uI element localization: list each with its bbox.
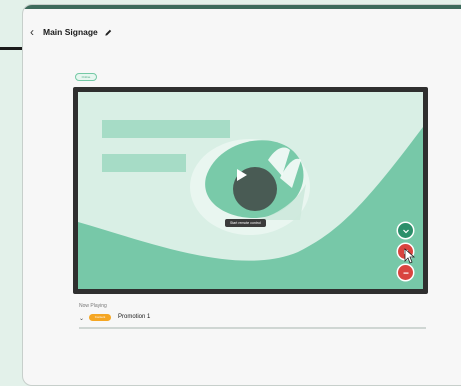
mouse-cursor-icon — [404, 248, 416, 264]
back-icon[interactable]: ‹ — [27, 25, 37, 39]
decorative-line — [0, 47, 24, 50]
page-title: Main Signage — [43, 27, 98, 37]
remote-control-tooltip: Start remote control — [225, 219, 266, 227]
play-icon — [237, 169, 247, 181]
remote-button[interactable] — [398, 265, 413, 280]
app-window: ‹ Main Signage Online Start remote contr… — [22, 4, 461, 386]
remote-icon — [403, 272, 408, 274]
play-button[interactable] — [233, 167, 277, 211]
display-screen: Start remote control — [73, 87, 428, 294]
header-bar: ‹ Main Signage — [23, 9, 461, 55]
chevron-down-icon — [402, 229, 409, 233]
status-badge: Online — [75, 73, 97, 81]
screen-content: Start remote control — [78, 92, 423, 289]
now-playing-label: Now Playing — [79, 303, 107, 309]
content-type-badge: Content — [89, 314, 111, 321]
playback-progress — [79, 327, 426, 329]
confirm-button[interactable] — [398, 223, 413, 238]
now-playing-title: Promotion 1 — [118, 314, 151, 320]
pencil-icon[interactable] — [104, 28, 113, 37]
expand-chevron-icon[interactable]: ⌄ — [79, 315, 84, 322]
